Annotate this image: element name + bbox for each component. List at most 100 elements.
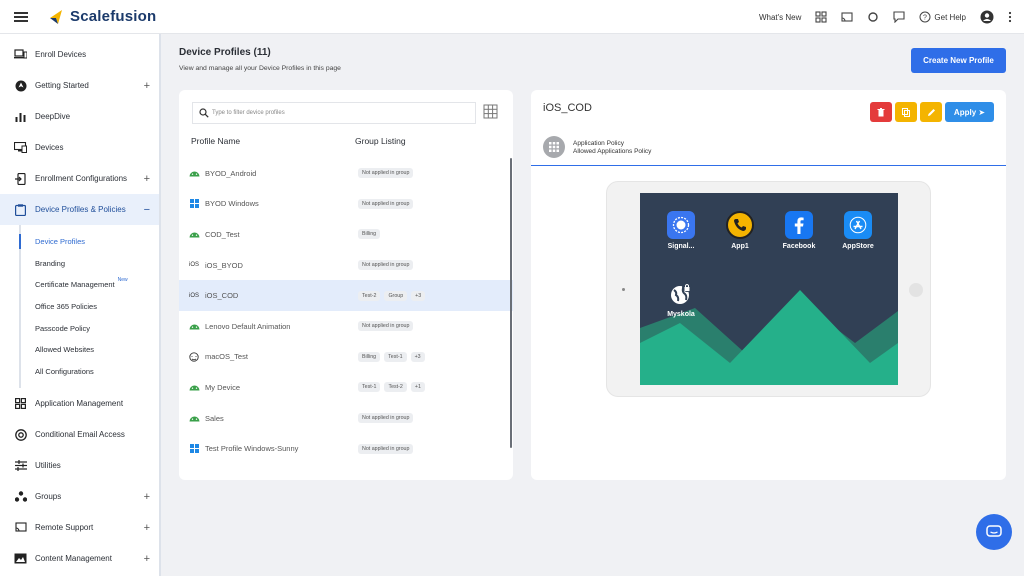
sidebar-item-device-profiles-policies[interactable]: Device Profiles & Policies − <box>0 194 159 225</box>
group-tags: Not applied in group <box>358 443 414 454</box>
chat-bubble-icon <box>986 525 1002 537</box>
sidebar-item-remote-support[interactable]: Remote Support + <box>0 512 159 543</box>
folder-image-icon <box>14 553 27 565</box>
profile-row[interactable]: Sales Not applied in group <box>179 403 513 434</box>
submenu-item-certificate-management[interactable]: Certificate Management New <box>35 274 159 296</box>
sidebar-item-deepdive[interactable]: DeepDive <box>0 101 159 132</box>
hamburger-menu-icon[interactable] <box>14 11 28 22</box>
app-app1[interactable]: App1 <box>720 211 760 250</box>
app-label: AppStore <box>842 243 874 250</box>
group-tag: +1 <box>410 382 425 393</box>
submenu-item-device-profiles[interactable]: Device Profiles <box>19 231 159 253</box>
get-help-link[interactable]: ? Get Help <box>919 11 966 23</box>
submenu-item-all-configurations[interactable]: All Configurations <box>35 361 159 383</box>
enroll-config-icon <box>14 172 27 185</box>
submenu-item-passcode-policy[interactable]: Passcode Policy <box>35 317 159 339</box>
sidebar-item-devices[interactable]: Devices <box>0 132 159 163</box>
profile-row[interactable]: COD_Test Billing <box>179 219 513 250</box>
page-subtitle: View and manage all your Device Profiles… <box>179 65 341 72</box>
sidebar-item-conditional-email-access[interactable]: Conditional Email Access <box>0 419 159 450</box>
profile-row[interactable]: BYOD Windows Not applied in group <box>179 189 513 220</box>
sidebar-item-application-management[interactable]: Application Management <box>0 388 159 419</box>
group-tag: Not applied in group <box>358 413 414 424</box>
top-bar: Scalefusion What's New ? Get Help <box>0 0 1024 34</box>
grid-view-icon[interactable] <box>483 104 498 119</box>
group-tag: +3 <box>411 290 426 301</box>
page-title: Device Profiles (11) <box>179 47 271 58</box>
group-tag: Billing <box>358 229 381 240</box>
new-badge: New <box>117 276 128 283</box>
app-myskola[interactable]: Myskola <box>661 279 701 318</box>
sidebar-item-label: Device Profiles & Policies <box>35 205 126 214</box>
brand-logo[interactable]: Scalefusion <box>48 8 156 25</box>
expand-icon[interactable]: + <box>144 491 150 503</box>
profile-row[interactable]: My Device Test-1 Test-2 +1 <box>179 372 513 403</box>
submenu-item-office365-policies[interactable]: Office 365 Policies <box>35 296 159 318</box>
policy-title: Application Policy <box>573 140 624 147</box>
sidebar-item-enrollment-configurations[interactable]: Enrollment Configurations + <box>0 163 159 194</box>
support-chat-button[interactable] <box>976 514 1012 550</box>
expand-icon[interactable]: + <box>144 173 150 185</box>
profile-name: macOS_Test <box>205 352 248 362</box>
profile-row[interactable]: iOS iOS_COD Test-2 Group +3 <box>179 280 513 311</box>
whats-new-link[interactable]: What's New <box>759 13 801 22</box>
apps-grid-icon <box>14 398 27 410</box>
copy-profile-button[interactable] <box>895 102 917 122</box>
laptop-phone-icon <box>14 49 27 61</box>
sidebar-item-enroll-devices[interactable]: Enroll Devices <box>0 39 159 70</box>
windows-os-icon <box>188 199 200 209</box>
profile-row[interactable]: Lenovo Default Animation Not applied in g… <box>179 311 513 342</box>
android-os-icon <box>188 231 200 238</box>
column-header-profile-name[interactable]: Profile Name <box>191 136 240 146</box>
more-vertical-icon[interactable] <box>1008 11 1012 23</box>
profile-row[interactable]: Test Profile Windows-Sunny Not applied in… <box>179 433 513 464</box>
appstore-app-icon <box>844 211 872 239</box>
sidebar-item-groups[interactable]: Groups + <box>0 481 159 512</box>
edit-profile-button[interactable] <box>920 102 942 122</box>
cast-icon[interactable] <box>841 11 853 23</box>
sidebar-item-content-management[interactable]: Content Management + <box>0 543 159 574</box>
group-tag: Group <box>384 290 408 301</box>
column-header-group-listing[interactable]: Group Listing <box>355 136 406 146</box>
list-scrollbar[interactable] <box>510 158 512 448</box>
expand-icon[interactable]: + <box>144 553 150 565</box>
profile-list: BYOD_Android Not applied in group BYOD Win… <box>179 158 513 464</box>
expand-icon[interactable]: + <box>144 80 150 92</box>
sidebar-item-label: Groups <box>35 492 62 502</box>
signal-app-icon <box>667 211 695 239</box>
profile-name: Lenovo Default Animation <box>205 321 291 331</box>
collapse-icon[interactable]: − <box>144 204 150 216</box>
apply-profile-button[interactable]: Apply ➤ <box>945 102 994 122</box>
user-avatar-icon[interactable] <box>980 10 994 24</box>
expand-icon[interactable]: + <box>144 522 150 534</box>
submenu-item-label: Certificate Management <box>35 280 115 290</box>
group-tag: Test-1 <box>358 382 381 393</box>
profile-list-panel: Type to filter device profiles Profile N… <box>179 90 513 480</box>
app-facebook[interactable]: Facebook <box>779 211 819 250</box>
app-signal[interactable]: Signal... <box>661 211 701 250</box>
sidebar-item-label: Application Management <box>35 399 124 409</box>
policy-summary[interactable]: Application Policy Allowed Applications … <box>573 140 651 156</box>
refresh-icon[interactable] <box>867 11 879 23</box>
create-new-profile-button[interactable]: Create New Profile <box>911 48 1006 73</box>
chat-icon[interactable] <box>893 11 905 23</box>
brand-name: Scalefusion <box>70 8 157 25</box>
group-tags: Billing Test-1 +3 <box>358 351 425 362</box>
sidebar-item-utilities[interactable]: Utilities <box>0 450 159 481</box>
group-tags: Not applied in group <box>358 413 414 424</box>
profile-row[interactable]: iOS iOS_BYOD Not applied in group <box>179 250 513 281</box>
sidebar-item-getting-started[interactable]: Getting Started + <box>0 70 159 101</box>
submenu-item-branding[interactable]: Branding <box>35 253 159 275</box>
app-appstore[interactable]: AppStore <box>838 211 878 250</box>
profile-row[interactable]: BYOD_Android Not applied in group <box>179 158 513 189</box>
profile-search-input[interactable]: Type to filter device profiles <box>192 102 476 124</box>
submenu-item-allowed-websites[interactable]: Allowed Websites <box>35 339 159 361</box>
group-tag: Not applied in group <box>358 443 414 454</box>
delete-profile-button[interactable] <box>870 102 892 122</box>
app-label: Signal... <box>667 243 695 250</box>
profile-row[interactable]: macOS_Test Billing Test-1 +3 <box>179 342 513 373</box>
group-tags: Billing <box>358 229 381 240</box>
apps-grid-icon[interactable] <box>815 11 827 23</box>
profile-name: COD_Test <box>205 229 240 239</box>
help-circle-icon: ? <box>919 11 931 23</box>
